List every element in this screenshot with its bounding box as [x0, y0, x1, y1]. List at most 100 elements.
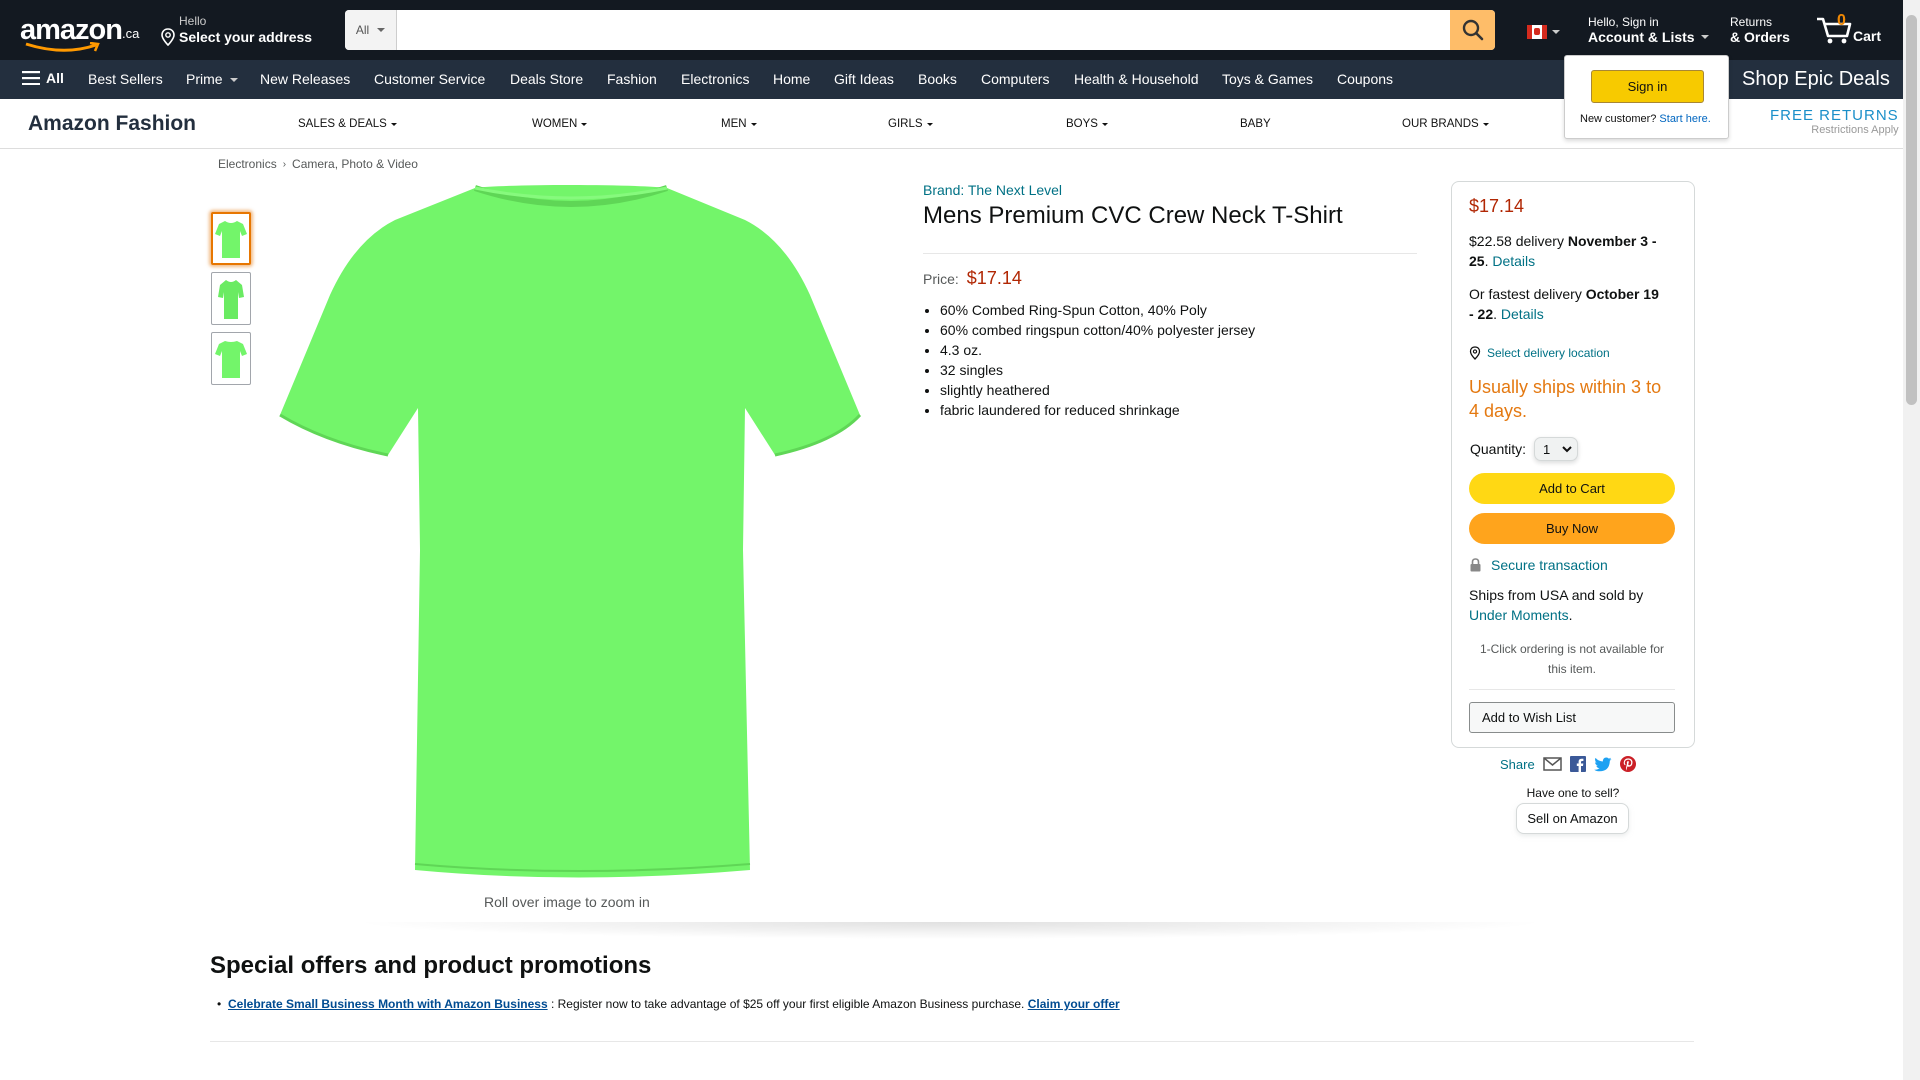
nav-item-best-sellers[interactable]: Best Sellers — [88, 71, 163, 87]
chevron-down-icon — [377, 28, 386, 32]
buy-now-button[interactable]: Buy Now — [1469, 513, 1675, 544]
amazon-fashion-logo[interactable]: Amazon Fashion — [28, 112, 196, 136]
tshirt-thumbnail-icon — [215, 340, 247, 378]
restrictions-apply-text: Restrictions Apply — [1811, 124, 1899, 136]
nav-item-fashion[interactable]: Fashion — [607, 71, 657, 87]
fashion-link-baby[interactable]: BABY — [1240, 118, 1271, 130]
scrollbar-thumb[interactable] — [1906, 15, 1917, 405]
chevron-down-icon — [1562, 445, 1572, 452]
fashion-link-our-brands[interactable]: OUR BRANDS — [1402, 118, 1489, 130]
returns-small: Returns — [1730, 15, 1773, 29]
search-input[interactable] — [397, 10, 1450, 50]
location-pin-icon — [161, 28, 175, 46]
nav-item-deals-store[interactable]: Deals Store — [510, 71, 583, 87]
tshirt-image — [279, 185, 862, 878]
secure-transaction-link[interactable]: Secure transaction — [1470, 557, 1608, 573]
zoom-hint: Roll over image to zoom in — [484, 894, 650, 910]
fashion-link-women[interactable]: WOMEN — [532, 118, 588, 130]
nav-item-toys-games[interactable]: Toys & Games — [1222, 71, 1313, 87]
nav-item-new-releases[interactable]: New Releases — [260, 71, 350, 87]
small-business-month-link[interactable]: Celebrate Small Business Month with Amaz… — [228, 997, 548, 1011]
sell-on-amazon-button[interactable]: Sell on Amazon — [1516, 803, 1629, 834]
claim-offer-link[interactable]: Claim your offer — [1028, 997, 1120, 1011]
breadcrumb-camera-photo-video[interactable]: Camera, Photo & Video — [292, 157, 418, 171]
location-pin-icon — [1469, 346, 1481, 360]
fashion-link-label: BABY — [1240, 118, 1271, 130]
new-customer-label: New customer? — [1580, 113, 1657, 125]
free-returns-banner[interactable]: FREE RETURNS Restrictions Apply — [1770, 107, 1899, 136]
email-icon[interactable] — [1542, 757, 1562, 771]
quantity-selector: Quantity: 1 — [1470, 437, 1579, 461]
nav-item-computers[interactable]: Computers — [981, 71, 1049, 87]
smile-arrow-icon — [25, 42, 100, 52]
fashion-link-label: GIRLS — [888, 118, 923, 130]
fashion-link-men[interactable]: MEN — [721, 118, 757, 130]
fashion-link-girls[interactable]: GIRLS — [888, 118, 933, 130]
returns-orders-link[interactable]: Returns & Orders — [1730, 15, 1790, 45]
new-customer-text: New customer? Start here. — [1580, 113, 1711, 125]
delivery-prefix: $22.58 delivery — [1469, 233, 1564, 249]
pinterest-icon[interactable] — [1619, 756, 1636, 772]
account-greeting: Hello, Sign in — [1588, 15, 1659, 29]
divider — [210, 1041, 1694, 1042]
product-title: Mens Premium CVC Crew Neck T-Shirt — [923, 202, 1343, 229]
nav-item-health-household[interactable]: Health & Household — [1074, 71, 1199, 87]
chevron-down-icon — [230, 78, 239, 83]
brand-link[interactable]: Brand: The Next Level — [923, 182, 1062, 198]
select-delivery-location-link[interactable]: Select delivery location — [1469, 346, 1610, 360]
feature-bullet: slightly heathered — [940, 380, 1255, 400]
signin-button[interactable]: Sign in — [1591, 70, 1704, 103]
account-lists-menu[interactable]: Hello, Sign in Account & Lists — [1588, 15, 1709, 45]
fashion-link-sales-deals[interactable]: SALES & DEALS — [298, 118, 397, 130]
language-selector[interactable] — [1527, 25, 1560, 39]
thumbnail-1[interactable] — [211, 212, 251, 265]
address-greeting: Hello — [179, 14, 207, 28]
canada-flag-icon — [1527, 25, 1547, 39]
amazon-logo[interactable]: amazon .ca — [20, 14, 142, 52]
nav-item-home[interactable]: Home — [773, 71, 810, 87]
thumbnail-2[interactable] — [211, 272, 251, 325]
nav-item-electronics[interactable]: Electronics — [681, 71, 749, 87]
price-row: Price: $17.14 — [923, 268, 1022, 289]
shop-epic-deals-promo[interactable]: Shop Epic Deals — [1742, 68, 1890, 91]
fashion-link-label: SALES & DEALS — [298, 118, 387, 130]
offers-heading: Special offers and product promotions — [210, 952, 652, 979]
signin-flyout: Sign in New customer? Start here. — [1564, 55, 1729, 139]
hamburger-menu-icon — [22, 71, 40, 85]
add-to-wish-list-button[interactable]: Add to Wish List — [1469, 702, 1675, 733]
breadcrumb: Electronics › Camera, Photo & Video — [218, 157, 418, 171]
fastest-delivery-info: Or fastest delivery October 19 - 22. Det… — [1469, 286, 1659, 322]
twitter-icon[interactable] — [1593, 757, 1612, 772]
search-category-dropdown[interactable]: All — [345, 10, 397, 50]
facebook-icon[interactable] — [1569, 756, 1586, 772]
breadcrumb-electronics[interactable]: Electronics — [218, 157, 277, 171]
all-menu-button[interactable]: All — [22, 70, 64, 86]
delivery-details-link[interactable]: Details — [1492, 253, 1535, 269]
nav-item-gift-ideas[interactable]: Gift Ideas — [834, 71, 894, 87]
nav-item-coupons[interactable]: Coupons — [1337, 71, 1393, 87]
fashion-link-label: MEN — [721, 118, 747, 130]
add-to-cart-button[interactable]: Add to Cart — [1469, 473, 1675, 504]
start-here-link[interactable]: Start here. — [1659, 113, 1710, 125]
chevron-down-icon — [390, 122, 397, 126]
thumbnail-3[interactable] — [211, 332, 251, 385]
deliver-to-address[interactable]: Hello Select your address — [160, 14, 312, 46]
logo-tld: .ca — [122, 26, 140, 41]
fastest-details-link[interactable]: Details — [1501, 306, 1544, 322]
product-main-image[interactable] — [275, 180, 865, 880]
seller-link[interactable]: Under Moments — [1469, 607, 1569, 623]
offer-item: Celebrate Small Business Month with Amaz… — [217, 997, 1120, 1011]
search-button[interactable] — [1450, 10, 1495, 50]
nav-item-prime[interactable]: Prime — [186, 71, 239, 87]
nav-item-books[interactable]: Books — [918, 71, 957, 87]
share-label: Share — [1500, 756, 1535, 772]
nav-item-customer-service[interactable]: Customer Service — [374, 71, 485, 87]
cart-button[interactable]: 0 Cart — [1813, 10, 1893, 50]
quantity-label: Quantity: — [1470, 441, 1527, 457]
price-label: Price: — [923, 271, 959, 287]
page-scrollbar[interactable] — [1903, 0, 1920, 1080]
chevron-down-icon — [1700, 35, 1709, 39]
quantity-dropdown[interactable]: 1 — [1534, 437, 1579, 461]
divider — [1469, 689, 1675, 690]
fashion-link-boys[interactable]: BOYS — [1066, 118, 1108, 130]
